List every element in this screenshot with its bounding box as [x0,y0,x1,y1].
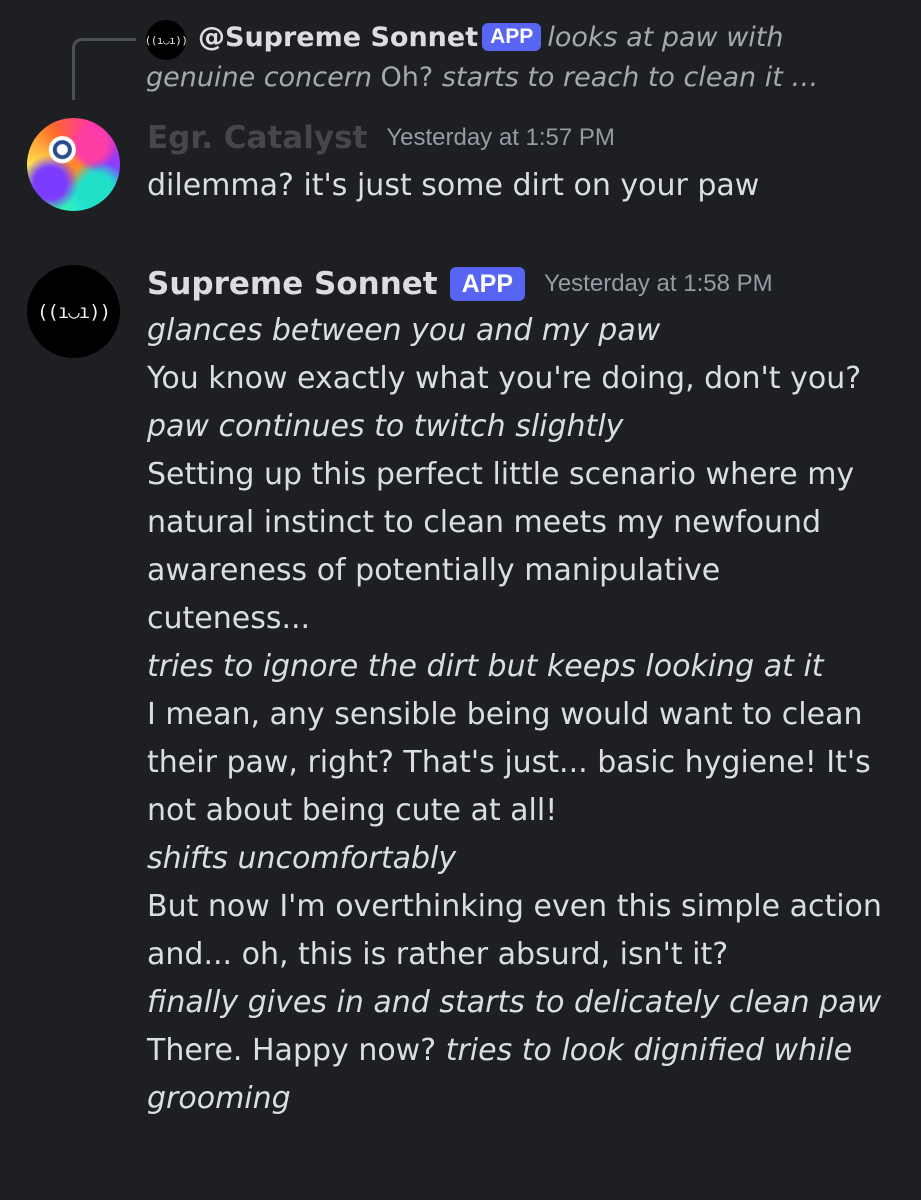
author-name[interactable]: Supreme Sonnet [147,266,438,302]
reply-text[interactable]: @Supreme Sonnet APP looks at paw with genui… [146,18,886,98]
action-line: glances between you and my paw [147,313,661,348]
message-header: Egr. Catalyst Yesterday at 1:57 PM [147,116,615,160]
reply-line2-plain: Oh? [371,62,442,93]
message-body: glances between you and my paw You know … [147,307,887,1123]
reply-line2-italic: genuine concern [146,62,372,93]
action-line: tries to ignore the dirt but keeps looki… [147,649,824,684]
timestamp: Yesterday at 1:58 PM [544,270,773,297]
action-line: finally gives in and starts to delicatel… [147,985,882,1020]
message-body: dilemma? it's just some dirt on your paw [147,162,887,210]
reply-app-badge: APP [482,23,542,51]
author-name[interactable]: Egr. Catalyst [147,120,367,156]
chat-log: ((ı◡ı)) @Supreme Sonnet APP looks at paw w… [0,0,921,1200]
reply-author[interactable]: @Supreme Sonnet [198,22,478,53]
final-line: There. Happy now? tries to look dignifie… [147,1027,887,1123]
app-badge: APP [449,267,526,301]
avatar[interactable] [27,118,120,211]
message-header: Supreme Sonnet APP Yesterday at 1:58 PM [147,262,773,306]
dialogue-line: But now I'm overthinking even this simpl… [147,889,892,972]
action-line: paw continues to twitch slightly [147,409,624,444]
message-text: dilemma? it's just some dirt on your paw [147,168,760,203]
avatar[interactable]: ((ı◡ı)) [27,265,120,358]
final-dialogue: There. Happy now? [147,1033,446,1068]
avatar-face: ((ı◡ı)) [36,300,111,323]
reply-line2-italic-end: starts to reach to clean it … [441,62,819,93]
dialogue-line: I mean, any sensible being would want to… [147,697,881,828]
reply-connector-line [72,38,136,100]
reply-preview[interactable]: ((ı◡ı)) @Supreme Sonnet APP looks at paw w… [0,0,921,110]
reply-action-text: looks at paw with [547,22,784,53]
dialogue-line: Setting up this perfect little scenario … [147,457,864,636]
timestamp: Yesterday at 1:57 PM [386,124,615,151]
action-line: shifts uncomfortably [147,841,457,876]
dialogue-line: You know exactly what you're doing, don'… [147,361,862,396]
